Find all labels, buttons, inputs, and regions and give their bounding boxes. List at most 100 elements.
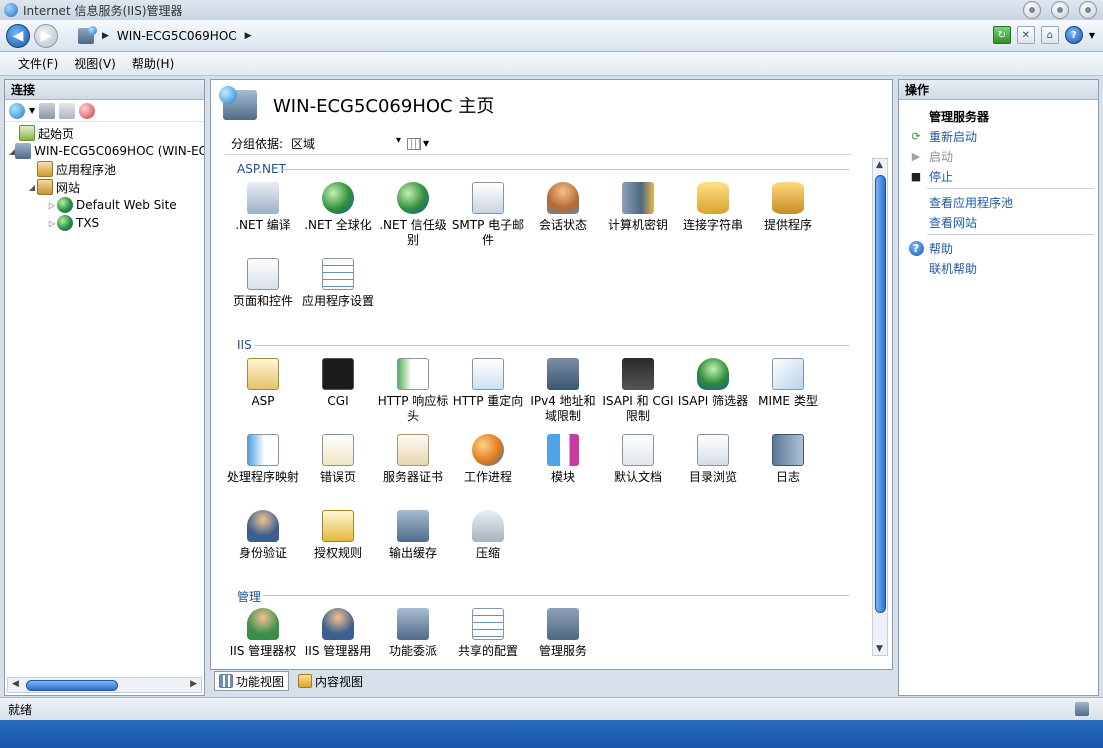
response-headers-icon — [397, 358, 429, 390]
section-title-iis[interactable]: IIS — [237, 338, 252, 352]
scroll-up-icon[interactable]: ▲ — [876, 160, 883, 170]
menu-view[interactable]: 视图(V) — [66, 55, 124, 72]
stop-icon[interactable]: ✕ — [1016, 26, 1035, 44]
action-restart[interactable]: ⟳ 重新启动 — [899, 126, 1098, 146]
feature-modules[interactable]: 模块 — [525, 434, 601, 485]
tree-item-txs[interactable]: ▷ TXS — [5, 214, 204, 232]
feature-worker-processes[interactable]: 工作进程 — [450, 434, 526, 485]
action-view-sites[interactable]: 查看网站 — [899, 212, 1098, 232]
feature-http-redirect[interactable]: HTTP 重定向 — [450, 358, 526, 409]
feature-feature-delegation[interactable]: 功能委派 — [375, 608, 451, 656]
feature-providers[interactable]: 提供程序 — [750, 182, 826, 233]
scrollbar-thumb[interactable] — [26, 680, 118, 691]
refresh-icon[interactable]: ↻ — [992, 26, 1011, 44]
group-by-bar: 分组依据: 区域 ▼ — [225, 133, 851, 155]
connect-globe-icon[interactable] — [9, 102, 25, 119]
scroll-down-icon[interactable]: ▼ — [876, 644, 883, 654]
up-level-icon[interactable] — [59, 102, 76, 119]
section-title-aspnet[interactable]: ASP.NET — [237, 162, 286, 176]
feature-iis-manager-permissions[interactable]: IIS 管理器权 — [225, 608, 301, 656]
action-start[interactable]: ▶ 启动 — [899, 146, 1098, 166]
tree-item-sites[interactable]: ◢ 网站 — [5, 178, 204, 196]
scroll-right-icon[interactable]: ▶ — [190, 679, 197, 689]
expand-arrow-icon[interactable]: ▷ — [47, 201, 57, 210]
feature-error-pages[interactable]: 错误页 — [300, 434, 376, 485]
disconnect-icon[interactable] — [79, 102, 96, 119]
minimize-button[interactable] — [1023, 1, 1041, 19]
feature-ipv4-restrictions[interactable]: IPv4 地址和域限制 — [525, 358, 601, 424]
machine-key-icon — [622, 182, 654, 214]
view-mode-icon[interactable] — [407, 137, 422, 150]
manage-server-heading: 管理服务器 — [929, 109, 990, 124]
feature-authorization-rules[interactable]: 授权规则 — [300, 510, 376, 561]
action-online-help[interactable]: 联机帮助 — [899, 258, 1098, 278]
settings-list-icon — [322, 258, 354, 290]
scroll-left-icon[interactable]: ◀ — [12, 679, 19, 689]
feature-http-response-headers[interactable]: HTTP 响应标头 — [375, 358, 451, 424]
feature-logging[interactable]: 日志 — [750, 434, 826, 485]
feature-net-trust-levels[interactable]: .NET 信任级别 — [375, 182, 451, 248]
feature-management-service[interactable]: 管理服务 — [525, 608, 601, 656]
chevron-down-icon[interactable]: ▼ — [29, 106, 35, 115]
feature-isapi-cgi-restrictions[interactable]: ISAPI 和 CGI 限制 — [600, 358, 676, 424]
menu-help[interactable]: 帮助(H) — [124, 55, 182, 72]
group-by-select[interactable]: 区域 — [291, 135, 401, 152]
home-icon[interactable]: ⌂ — [1040, 26, 1059, 44]
tab-features-view[interactable]: 功能视图 — [214, 671, 290, 691]
email-icon — [472, 182, 504, 214]
tab-content-view[interactable]: 内容视图 — [293, 671, 368, 691]
forward-button[interactable]: ▶ — [34, 23, 58, 48]
maximize-button[interactable] — [1051, 1, 1069, 19]
feature-shared-configuration[interactable]: 共享的配置 — [450, 608, 526, 656]
feature-net-globalization[interactable]: .NET 全球化 — [300, 182, 376, 233]
feature-compression[interactable]: 压缩 — [450, 510, 526, 561]
isapi-cgi-restriction-icon — [622, 358, 654, 390]
feature-iis-manager-users[interactable]: IIS 管理器用 — [300, 608, 376, 656]
feature-isapi-filters[interactable]: ISAPI 筛选器 — [675, 358, 751, 409]
section-title-manage[interactable]: 管理 — [237, 588, 261, 605]
vertical-scrollbar[interactable]: ▲ ▼ — [872, 158, 888, 656]
chevron-right-icon[interactable]: ▶ — [102, 31, 109, 41]
feature-asp[interactable]: ASP — [225, 358, 301, 409]
tree-item-start-page[interactable]: 起始页 — [5, 124, 204, 142]
menu-file[interactable]: 文件(F) — [10, 55, 66, 72]
features-area: ASP.NET .NET 编译 .NET 全球化 .NET 信任级别 SMTP … — [225, 158, 861, 656]
authentication-icon — [247, 510, 279, 542]
tab-label: 内容视图 — [315, 674, 364, 689]
feature-server-certificates[interactable]: 服务器证书 — [375, 434, 451, 485]
action-view-app-pools[interactable]: 查看应用程序池 — [899, 192, 1098, 212]
action-stop[interactable]: ■ 停止 — [899, 166, 1098, 186]
feature-mime-types[interactable]: MIME 类型 — [750, 358, 826, 409]
close-button[interactable] — [1079, 1, 1097, 19]
expand-arrow-icon[interactable]: ▷ — [47, 219, 57, 228]
feature-machine-key[interactable]: 计算机密钥 — [600, 182, 676, 233]
horizontal-scrollbar[interactable]: ◀ ▶ — [7, 677, 202, 693]
tree-item-app-pools[interactable]: 应用程序池 — [5, 160, 204, 178]
help-icon[interactable]: ? — [1064, 26, 1083, 44]
feature-cgi[interactable]: CGI — [300, 358, 376, 409]
back-button[interactable]: ◀ — [6, 23, 30, 48]
chevron-down-icon[interactable]: ▼ — [1089, 31, 1095, 40]
feature-directory-browsing[interactable]: 目录浏览 — [675, 434, 751, 485]
feature-pages-controls[interactable]: 页面和控件 — [225, 258, 301, 309]
scrollbar-thumb[interactable] — [875, 175, 886, 613]
collapse-arrow-icon[interactable]: ◢ — [27, 183, 37, 192]
feature-smtp-email[interactable]: SMTP 电子邮件 — [450, 182, 526, 248]
window-buttons — [1023, 1, 1097, 19]
feature-app-settings[interactable]: 应用程序设置 — [300, 258, 376, 309]
breadcrumb-server[interactable]: WIN-ECG5C069HOC — [117, 29, 237, 43]
tree-item-default-web-site[interactable]: ▷ Default Web Site — [5, 196, 204, 214]
chevron-down-icon[interactable]: ▼ — [423, 139, 429, 148]
feature-handler-mappings[interactable]: 处理程序映射 — [225, 434, 301, 485]
feature-net-compilation[interactable]: .NET 编译 — [225, 182, 301, 233]
tree-item-server[interactable]: ◢ WIN-ECG5C069HOC (WIN-EC — [5, 142, 204, 160]
feature-session-state[interactable]: 会话状态 — [525, 182, 601, 233]
save-icon[interactable] — [39, 102, 56, 119]
chevron-right-icon[interactable]: ▶ — [245, 31, 252, 41]
feature-connection-strings[interactable]: 连接字符串 — [675, 182, 751, 233]
action-help[interactable]: ? 帮助 — [899, 238, 1098, 258]
feature-output-caching[interactable]: 输出缓存 — [375, 510, 451, 561]
feature-authentication[interactable]: 身份验证 — [225, 510, 301, 561]
feature-default-document[interactable]: 默认文档 — [600, 434, 676, 485]
manager-users-icon — [322, 608, 354, 640]
